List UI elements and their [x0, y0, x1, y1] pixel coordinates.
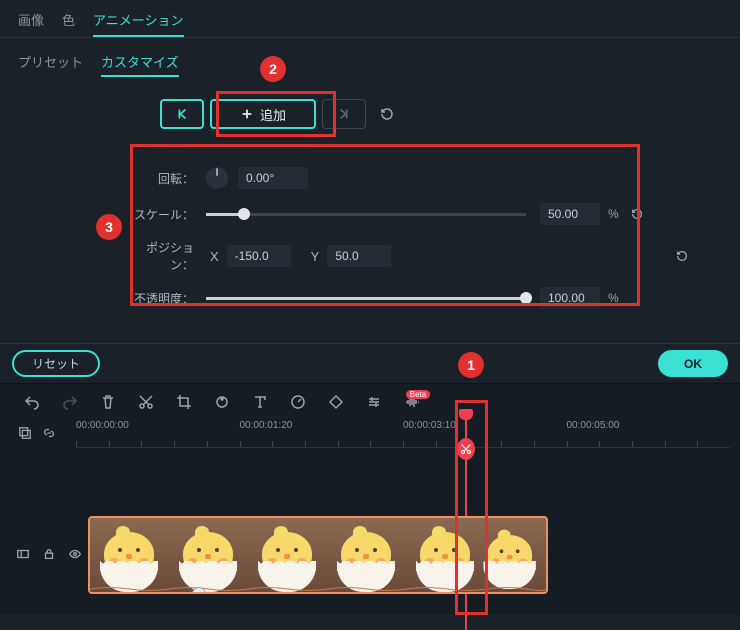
main-tabs: 画像 色 アニメーション: [0, 0, 740, 38]
clip-row: hiyotama: [0, 516, 740, 594]
eye-icon[interactable]: [68, 547, 82, 564]
lock-icon[interactable]: [42, 547, 56, 564]
annotation-box-2: [216, 91, 336, 137]
tab-animation[interactable]: アニメーション: [93, 6, 183, 37]
tick-0: 00:00:00:00: [76, 420, 129, 431]
subtab-customize[interactable]: カスタマイズ: [101, 50, 179, 77]
dup-icon[interactable]: [18, 426, 32, 443]
undo-icon[interactable]: [24, 394, 40, 410]
crop-icon[interactable]: [176, 394, 192, 410]
tick-2: 00:00:03:10: [403, 420, 456, 431]
subtab-preset[interactable]: プリセット: [18, 50, 83, 77]
sub-tabs: プリセット カスタマイズ: [0, 38, 740, 81]
tick-3: 00:00:05:00: [567, 420, 620, 431]
keyframe-reset-icon[interactable]: [372, 99, 402, 129]
ok-button[interactable]: OK: [658, 350, 728, 377]
color-icon[interactable]: [214, 394, 230, 410]
track-controls: [4, 547, 88, 564]
keyframe-icon[interactable]: [328, 394, 344, 410]
adjust-icon[interactable]: [366, 394, 382, 410]
annotation-badge-3: 3: [96, 214, 122, 240]
text-icon[interactable]: [252, 394, 268, 410]
annotation-box-3: [130, 144, 640, 306]
keyframe-prev-button[interactable]: [160, 99, 204, 129]
link-icon[interactable]: [42, 426, 56, 443]
annotation-box-1: [455, 400, 488, 615]
timeline-header-icons: [18, 426, 76, 443]
annotation-badge-2: 2: [260, 56, 286, 82]
delete-icon[interactable]: [100, 394, 116, 410]
track-type-icon[interactable]: [16, 547, 30, 564]
redo-icon[interactable]: [62, 394, 78, 410]
clip-keyframe-handle[interactable]: [192, 587, 206, 594]
beta-badge: Beta: [406, 390, 430, 399]
tab-image[interactable]: 画像: [18, 6, 44, 37]
reset-button[interactable]: リセット: [12, 350, 100, 377]
timeline-header: 00:00:00:00 00:00:01:20 00:00:03:10 00:0…: [0, 420, 740, 448]
timeline: 00:00:00:00 00:00:01:20 00:00:03:10 00:0…: [0, 420, 740, 614]
tab-color[interactable]: 色: [62, 6, 75, 37]
timeline-ruler[interactable]: 00:00:00:00 00:00:01:20 00:00:03:10 00:0…: [76, 420, 730, 448]
cut-icon[interactable]: [138, 394, 154, 410]
panel-footer: リセット OK: [0, 343, 740, 384]
position-reset-icon[interactable]: [674, 248, 690, 264]
timeline-toolbar: Beta: [0, 384, 740, 420]
speed-icon[interactable]: [290, 394, 306, 410]
tick-1: 00:00:01:20: [240, 420, 293, 431]
audio-icon[interactable]: Beta: [404, 394, 420, 410]
annotation-badge-1: 1: [458, 352, 484, 378]
